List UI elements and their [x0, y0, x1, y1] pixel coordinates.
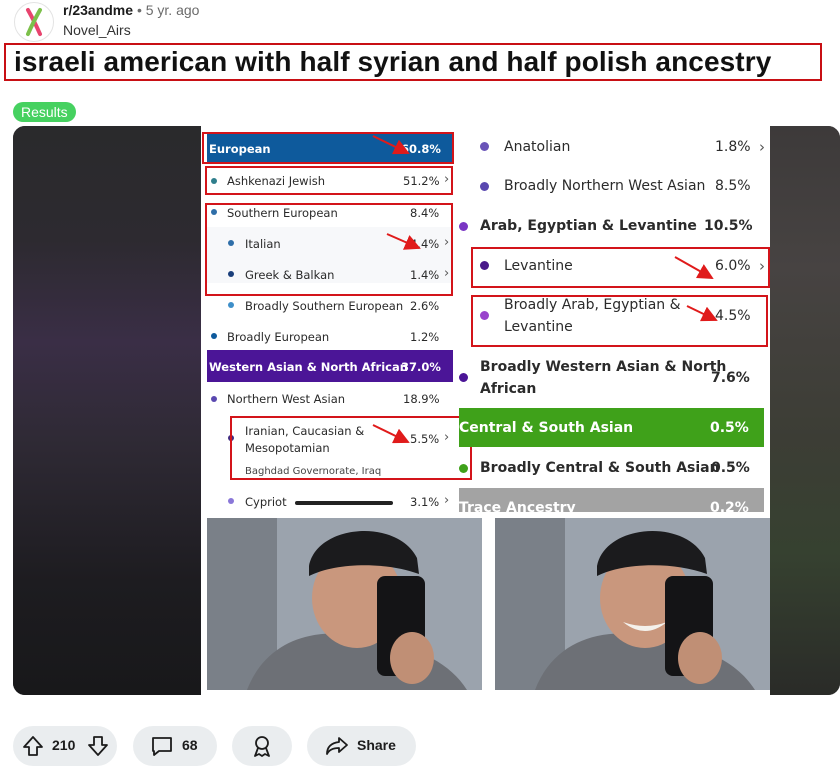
- comment-icon: [150, 735, 174, 760]
- downvote-icon[interactable]: [87, 735, 109, 760]
- upvote-icon[interactable]: [22, 735, 44, 760]
- blurred-background-left: [13, 126, 205, 695]
- share-icon: [325, 735, 349, 760]
- author-link[interactable]: Novel_Airs: [63, 22, 131, 38]
- post-title[interactable]: israeli american with half syrian and ha…: [14, 46, 771, 78]
- share-button[interactable]: Share: [307, 726, 416, 766]
- dna-logo-icon: [26, 8, 42, 36]
- vote-group: 210: [13, 726, 117, 766]
- italian-arrow-icon: [386, 233, 421, 250]
- iranian-arrow-icon: [372, 424, 410, 444]
- vote-count: 210: [52, 737, 76, 753]
- award-button[interactable]: [232, 726, 292, 766]
- selfie-photo-left: [207, 518, 482, 690]
- post-image[interactable]: European 60.8% Ashkenazi Jewish 51.2% › …: [13, 126, 840, 695]
- european-arrow-icon: [372, 135, 410, 155]
- post-meta: r/23andme • 5 yr. ago: [63, 2, 199, 18]
- blurred-background-right: [770, 126, 840, 695]
- comment-count: 68: [182, 737, 198, 753]
- selfie-photo-right: [495, 518, 770, 690]
- ancestry-screenshot-composite: European 60.8% Ashkenazi Jewish 51.2% › …: [201, 126, 770, 695]
- comments-button[interactable]: 68: [133, 726, 217, 766]
- broadly-arab-arrow-icon: [686, 305, 718, 322]
- share-label: Share: [357, 737, 396, 753]
- subreddit-link[interactable]: r/23andme: [63, 2, 133, 18]
- meta-separator: •: [136, 2, 142, 18]
- subreddit-avatar[interactable]: [14, 2, 54, 42]
- post-age: 5 yr. ago: [145, 2, 200, 18]
- award-icon: [250, 734, 274, 761]
- post-flair[interactable]: Results: [13, 102, 76, 122]
- levantine-arrow-icon: [674, 256, 714, 279]
